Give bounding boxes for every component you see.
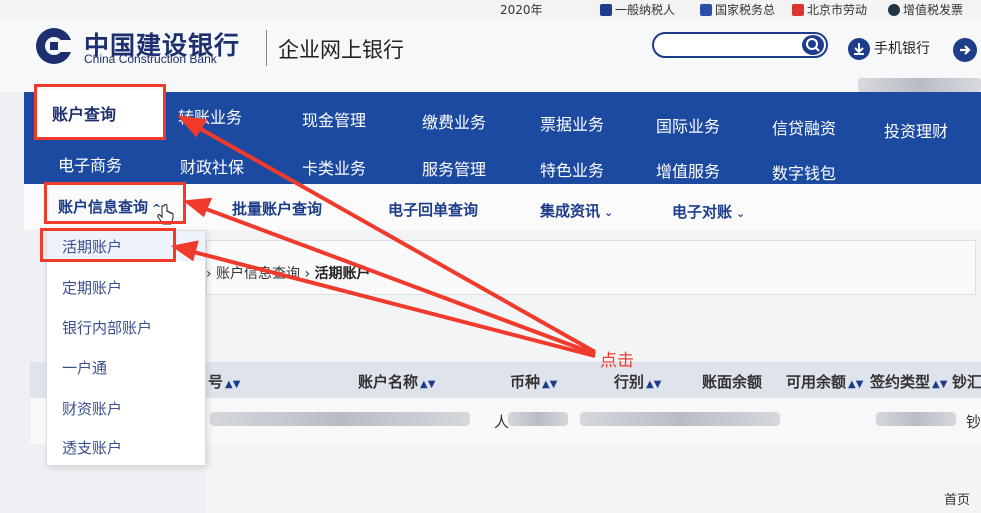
brand-divider — [266, 30, 267, 66]
nav-tab[interactable]: 现金管理 — [302, 107, 366, 131]
search-icon — [806, 38, 820, 52]
nav-tab[interactable]: 卡类业务 — [302, 155, 366, 179]
highlight-box-account-info — [44, 182, 186, 224]
page-header: 中国建设银行 China Construction Bank 企业网上银行 手机… — [0, 18, 981, 92]
next-arrow-button[interactable] — [953, 38, 977, 62]
user-info-blurred — [858, 78, 981, 92]
account-type-dropdown — [46, 230, 206, 466]
subnav-e-reconciliation[interactable]: 电子对账 ⌄ — [672, 201, 745, 222]
col-header-account-no[interactable]: 号 ▲▼ — [208, 371, 240, 392]
dropdown-item-one-account[interactable]: 一户通 — [62, 357, 107, 378]
main-nav — [24, 92, 981, 184]
sort-icon: ▲▼ — [932, 379, 948, 390]
breadcrumb-parent[interactable]: 账户信息查询 — [216, 266, 300, 282]
col-header-available-balance[interactable]: 可用余额 ▲▼ — [786, 371, 863, 392]
nav-tab[interactable]: 信贷融资 — [772, 115, 836, 139]
col-header-bank-type[interactable]: 行别 ▲▼ — [614, 371, 661, 392]
subnav-e-receipt-query[interactable]: 电子回单查询 — [388, 199, 478, 220]
sort-icon: ▲▼ — [420, 379, 436, 390]
subnav-batch-account-query[interactable]: 批量账户查询 — [232, 198, 322, 219]
search-button[interactable] — [802, 35, 824, 55]
annotation-click-label: 点击 — [600, 351, 634, 371]
highlight-box-account-query — [34, 84, 166, 140]
dropdown-item-overdraft-account[interactable]: 透支账户 — [62, 437, 122, 458]
nav-tab[interactable]: 投资理财 — [884, 118, 948, 142]
bookmark-item[interactable]: 北京市劳动 — [792, 1, 867, 18]
nav-tab[interactable]: 特色业务 — [540, 157, 604, 181]
search-input[interactable] — [664, 37, 794, 53]
breadcrumb-current: 活期账户 — [314, 266, 371, 282]
highlight-box-current-account — [40, 228, 176, 262]
breadcrumb: › 账户信息查询 › 活期账户 — [206, 266, 371, 282]
pagination-first[interactable]: 首页 — [944, 489, 970, 508]
browser-bookmark-strip: 2020年 一般纳税人 国家税务总 北京市劳动 增值税发票 — [0, 0, 981, 18]
dropdown-item-treasury-account[interactable]: 财资账户 — [62, 398, 122, 419]
nav-tab[interactable]: 缴费业务 — [422, 109, 486, 133]
dropdown-item-internal-account[interactable]: 银行内部账户 — [62, 317, 152, 338]
bookmark-icon — [700, 4, 712, 16]
search-box — [652, 32, 828, 58]
ccb-logo-icon — [36, 28, 74, 64]
blurred-cell — [876, 412, 956, 426]
nav-tab[interactable]: 服务管理 — [422, 156, 486, 180]
col-header-currency[interactable]: 币种 ▲▼ — [510, 371, 557, 392]
table-cell: 人 — [494, 413, 510, 431]
arrow-right-icon — [960, 45, 971, 55]
bookmark-item[interactable]: 一般纳税人 — [600, 1, 675, 18]
sort-icon: ▲▼ — [848, 379, 864, 390]
bookmark-item[interactable]: 2020年 — [500, 1, 543, 18]
download-icon — [848, 38, 870, 60]
sort-icon: ▲▼ — [225, 379, 241, 390]
dropdown-item-fixed-account[interactable]: 定期账户 — [62, 277, 122, 298]
mobile-bank-link[interactable]: 手机银行 — [848, 38, 930, 60]
blurred-cell — [580, 412, 780, 426]
bookmark-icon — [600, 4, 612, 16]
nav-tab[interactable]: 国际业务 — [656, 113, 720, 137]
nav-tab[interactable]: 票据业务 — [540, 111, 604, 135]
nav-tab[interactable]: 电子商务 — [58, 152, 122, 176]
nav-tab[interactable]: 数字钱包 — [772, 160, 836, 184]
brand-name-en: China Construction Bank — [84, 52, 217, 66]
bookmark-icon — [792, 4, 804, 16]
bookmark-icon — [888, 4, 900, 16]
subnav-integrated-info[interactable]: 集成资讯 ⌄ — [540, 200, 613, 221]
blurred-cell — [508, 412, 568, 426]
col-header-cash-remit[interactable]: 钞汇 — [952, 371, 981, 392]
col-header-contract-type[interactable]: 签约类型 ▲▼ — [870, 371, 947, 392]
col-header-book-balance[interactable]: 账面余额 — [702, 371, 762, 392]
chevron-down-icon: ⌄ — [736, 207, 746, 220]
blurred-cell — [210, 412, 470, 426]
sort-icon: ▲▼ — [542, 379, 558, 390]
nav-tab[interactable]: 财政社保 — [180, 154, 244, 178]
nav-tab[interactable]: 增值服务 — [656, 158, 720, 182]
sort-icon: ▲▼ — [646, 379, 662, 390]
nav-tab[interactable]: 转账业务 — [178, 104, 242, 128]
site-subtitle: 企业网上银行 — [278, 38, 404, 62]
col-header-account-name[interactable]: 账户名称 ▲▼ — [358, 371, 435, 392]
bookmark-item[interactable]: 增值税发票 — [888, 1, 963, 18]
chevron-down-icon: ⌄ — [604, 206, 614, 219]
bookmark-item[interactable]: 国家税务总 — [700, 1, 775, 18]
table-cell: 钞 — [966, 413, 981, 431]
